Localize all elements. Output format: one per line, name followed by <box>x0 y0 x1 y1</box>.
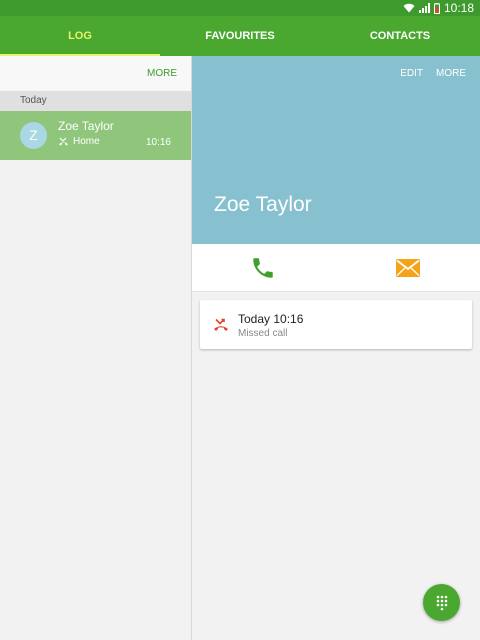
avatar: Z <box>20 122 47 149</box>
action-row <box>192 244 480 292</box>
battery-icon <box>433 2 440 14</box>
contact-header: EDIT MORE Zoe Taylor <box>192 56 480 244</box>
call-log-pane: MORE Today Z Zoe Taylor Home 10:16 <box>0 56 191 640</box>
tab-favourites[interactable]: FAVOURITES <box>160 16 320 56</box>
envelope-icon[interactable] <box>395 257 421 279</box>
phone-icon[interactable] <box>250 255 276 281</box>
missed-call-icon <box>214 318 228 331</box>
tab-contacts[interactable]: CONTACTS <box>320 16 480 56</box>
call-history-card[interactable]: Today 10:16 Missed call <box>200 300 472 349</box>
status-bar: 10:18 <box>0 0 480 16</box>
status-time: 10:18 <box>443 1 474 15</box>
contact-name: Zoe Taylor <box>214 193 312 216</box>
log-more-button[interactable]: MORE <box>147 68 177 79</box>
edit-button[interactable]: EDIT <box>400 68 423 79</box>
dialpad-icon <box>436 595 447 610</box>
log-item-name: Zoe Taylor <box>58 119 114 133</box>
signal-icon <box>418 3 430 13</box>
log-item-type-label: Home <box>73 136 100 147</box>
call-status: Missed call <box>238 328 288 339</box>
log-header: MORE <box>0 56 191 91</box>
section-header-today: Today <box>0 91 191 111</box>
contact-detail-pane: EDIT MORE Zoe Taylor Today 10:16 Missed … <box>192 56 480 640</box>
dialpad-button[interactable] <box>423 584 460 621</box>
log-item-type: Home <box>58 136 100 147</box>
tab-bar: LOG FAVOURITES CONTACTS <box>0 16 480 56</box>
log-item-time: 10:16 <box>145 137 171 148</box>
detail-more-button[interactable]: MORE <box>436 68 466 79</box>
wifi-icon <box>403 3 415 13</box>
missed-call-small-icon <box>59 137 68 146</box>
call-time: Today 10:16 <box>238 312 304 326</box>
log-item[interactable]: Z Zoe Taylor Home 10:16 <box>0 111 191 160</box>
tab-log[interactable]: LOG <box>0 16 160 56</box>
